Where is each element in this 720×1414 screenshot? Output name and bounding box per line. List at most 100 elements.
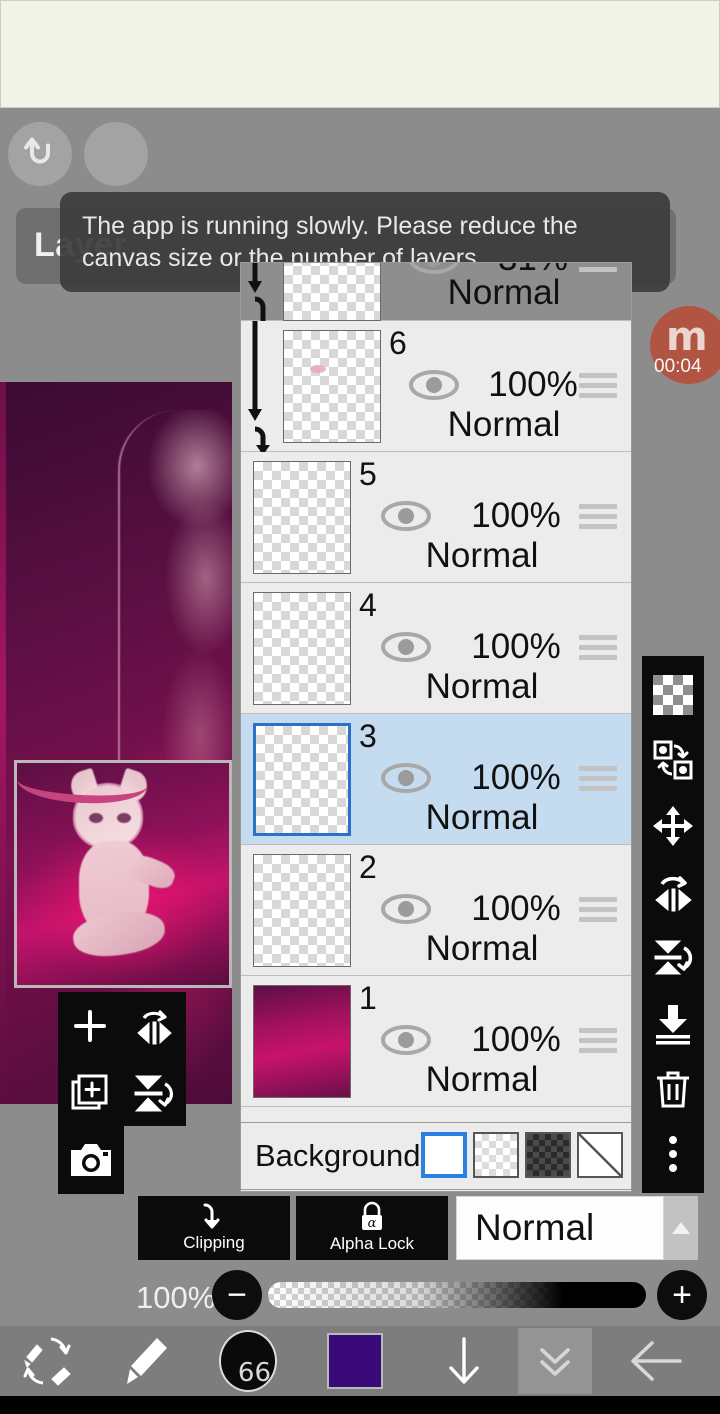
layer-list[interactable]: 31%Normal 6 100%Normal5 100%Normal4 100%…	[240, 262, 632, 1192]
layer-thumbnail[interactable]	[253, 723, 351, 836]
layer-drag-handle[interactable]	[579, 635, 617, 661]
layer-visibility-icon[interactable]	[381, 893, 431, 925]
color-swatch-button[interactable]	[300, 1326, 410, 1396]
transparency-checker-icon[interactable]	[647, 667, 699, 723]
layer-opacity-value: 100%	[471, 496, 561, 535]
layer-visibility-icon[interactable]	[381, 762, 431, 794]
layer-drag-handle[interactable]	[579, 263, 617, 273]
background-swatch-light-checker[interactable]	[473, 1132, 519, 1178]
layer-drag-handle[interactable]	[579, 766, 617, 792]
preview-eye-right	[117, 813, 131, 823]
layer-row[interactable]: 4 100% Normal	[241, 583, 631, 714]
recorder-timer: 00:04	[654, 356, 702, 377]
layer-blend-mode: Normal	[425, 798, 539, 837]
flip-vertical-icon[interactable]	[647, 929, 699, 985]
more-options-icon[interactable]	[647, 1126, 699, 1182]
flip-horizontal-icon[interactable]	[122, 992, 186, 1059]
brush-icon[interactable]	[96, 1326, 196, 1396]
layer-thumbnail[interactable]	[253, 854, 351, 967]
current-color-swatch[interactable]	[327, 1333, 383, 1389]
add-layer-icon[interactable]	[58, 992, 122, 1059]
layer-thumbnail[interactable]	[253, 592, 351, 705]
redo-button[interactable]	[84, 122, 148, 186]
layer-number: 2	[359, 849, 377, 885]
navigation-bar-strip	[0, 1396, 720, 1414]
duplicate-layer-icon[interactable]	[58, 1059, 122, 1126]
blend-mode-select[interactable]: Normal	[456, 1196, 664, 1260]
layer-visibility-icon[interactable]	[381, 1024, 431, 1056]
brush-size-circle[interactable]: 66	[219, 1330, 277, 1392]
delete-layer-icon[interactable]	[647, 1061, 699, 1117]
layer-thumbnail[interactable]	[253, 985, 351, 1098]
double-chevron-down-icon[interactable]	[518, 1328, 592, 1394]
background-row[interactable]: Background	[240, 1122, 632, 1190]
flip-vertical-icon[interactable]	[122, 1059, 186, 1126]
canvas-top-strip	[0, 0, 720, 108]
layer-number: 6	[389, 325, 407, 361]
layer-drag-handle[interactable]	[579, 897, 617, 923]
layer-row[interactable]: 3 100% Normal	[241, 714, 631, 845]
layer-opacity-value: 100%	[471, 758, 561, 797]
down-arrow-icon[interactable]	[410, 1326, 518, 1396]
brush-size-value: 66	[237, 1358, 271, 1388]
bottom-toolbar[interactable]: 66	[0, 1326, 720, 1396]
layer-actions-toolbar[interactable]	[642, 656, 704, 1193]
alpha-lock-button[interactable]: α Alpha Lock	[296, 1196, 448, 1260]
layer-thumbnail[interactable]	[253, 461, 351, 574]
layer-number: 1	[359, 980, 377, 1016]
layer-opacity-value: 100%	[471, 889, 561, 928]
layer-thumbnail[interactable]	[283, 263, 381, 321]
layer-opacity-value: 100%	[471, 1020, 561, 1059]
layer-row[interactable]: 31%Normal	[241, 263, 631, 321]
preview-eye-left	[89, 813, 103, 823]
layer-opacity-value: 100%	[471, 627, 561, 666]
layer-visibility-icon[interactable]	[409, 369, 459, 401]
layer-row[interactable]: 5 100% Normal	[241, 452, 631, 583]
flip-horizontal-icon[interactable]	[647, 864, 699, 920]
clipping-indicator-icon	[247, 321, 281, 455]
layer-row[interactable]: 2 100% Normal	[241, 845, 631, 976]
layer-number: 3	[359, 718, 377, 754]
opacity-decrease-button[interactable]: −	[212, 1270, 262, 1320]
layer-opacity-bar[interactable]: 100% − +	[0, 1268, 720, 1326]
layer-drag-handle[interactable]	[579, 504, 617, 530]
brush-size-button[interactable]: 66	[196, 1326, 300, 1396]
layer-row[interactable]: 1 100% Normal	[241, 976, 631, 1107]
layer-row[interactable]: 6 100% Normal	[241, 321, 631, 455]
undo-button[interactable]	[8, 122, 72, 186]
layer-blend-mode: Normal	[447, 273, 561, 312]
layer-thumbnail[interactable]	[283, 330, 381, 443]
back-arrow-icon[interactable]	[592, 1326, 720, 1396]
background-swatch-diagonal[interactable]	[577, 1132, 623, 1178]
layer-quick-toolbar[interactable]	[58, 992, 186, 1126]
brush-eraser-swap-icon[interactable]	[0, 1326, 96, 1396]
background-swatch-white[interactable]	[421, 1132, 467, 1178]
background-swatch-dark-checker[interactable]	[525, 1132, 571, 1178]
blend-mode-spinner-up-icon[interactable]	[664, 1196, 698, 1260]
layer-blend-mode: Normal	[447, 405, 561, 444]
clipping-button[interactable]: Clipping	[138, 1196, 290, 1260]
recorder-logo: m	[666, 314, 708, 360]
layer-drag-handle[interactable]	[579, 373, 617, 399]
background-swatches[interactable]	[421, 1132, 623, 1178]
opacity-increase-button[interactable]: +	[657, 1270, 707, 1320]
layer-number: 5	[359, 456, 377, 492]
layer-mode-bar[interactable]: Clipping α Alpha Lock Normal	[0, 1196, 720, 1266]
layer-drag-handle[interactable]	[579, 1028, 617, 1054]
swap-layers-icon[interactable]	[647, 732, 699, 788]
layer-blend-mode: Normal	[425, 536, 539, 575]
camera-icon[interactable]	[58, 1126, 124, 1194]
alpha-lock-label: Alpha Lock	[329, 1234, 415, 1253]
clipping-label: Clipping	[183, 1233, 245, 1252]
layer-number: 4	[359, 587, 377, 623]
opacity-slider-track[interactable]	[268, 1282, 646, 1308]
background-label: Background	[255, 1138, 421, 1173]
svg-text:α: α	[368, 1216, 377, 1231]
canvas-left-edge	[0, 382, 6, 1104]
canvas-preview-thumbnail[interactable]	[14, 760, 232, 988]
layer-visibility-icon[interactable]	[381, 500, 431, 532]
merge-down-icon[interactable]	[647, 995, 699, 1051]
screen-recorder-badge[interactable]: m 00:04	[650, 306, 720, 384]
layer-visibility-icon[interactable]	[381, 631, 431, 663]
move-icon[interactable]	[647, 798, 699, 854]
